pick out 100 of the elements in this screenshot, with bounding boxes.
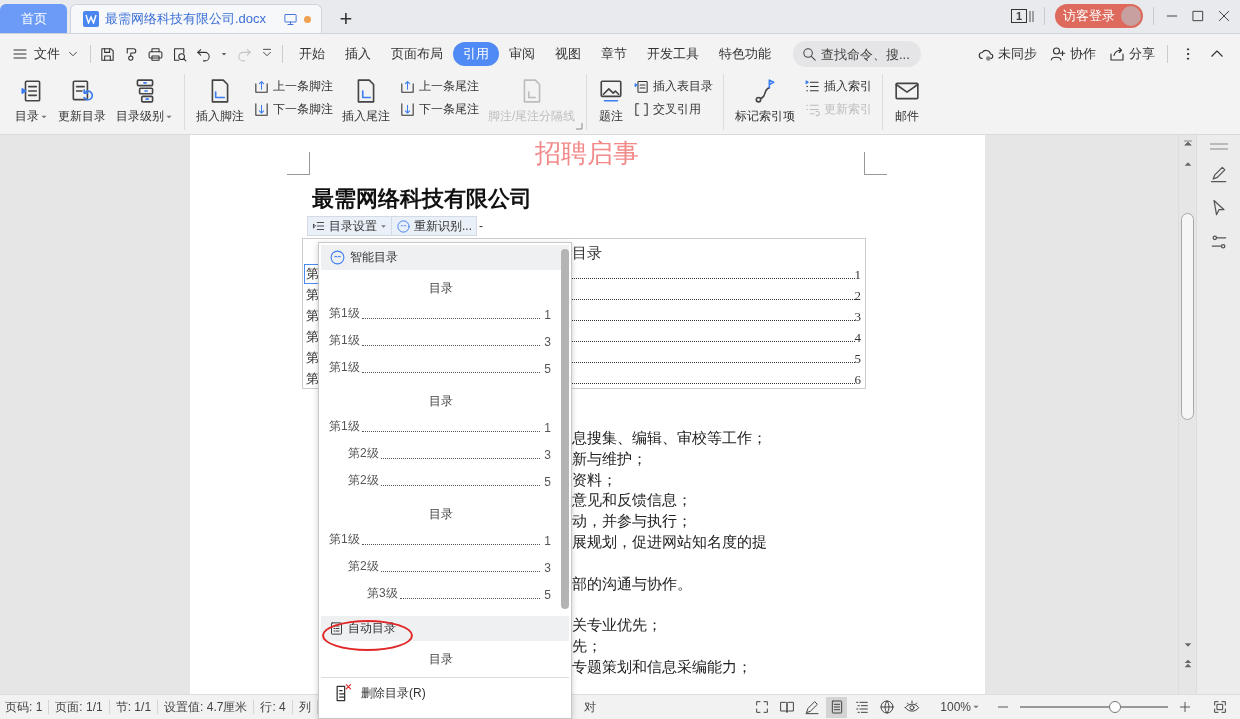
- toc-page-number: 5: [854, 350, 861, 368]
- arrow-down-box-icon: [253, 101, 270, 118]
- toc-page-number: 2: [854, 287, 861, 305]
- ribbon-button[interactable]: 目录: [10, 76, 53, 127]
- zoom-slider-thumb[interactable]: [1108, 701, 1121, 713]
- toc-entry-label: 第: [305, 370, 320, 388]
- fit-page-icon[interactable]: [1212, 699, 1228, 715]
- toc-entry-label: 第: [305, 328, 320, 346]
- body-text-line: 部的沟通与协作。: [572, 573, 692, 594]
- toc-page-number: 1: [854, 266, 861, 284]
- status-item: 列: [292, 700, 318, 714]
- status-item: 设置值: 4.7厘米: [158, 700, 255, 714]
- toolbar-action[interactable]: 未同步: [977, 45, 1037, 63]
- ribbon-button[interactable]: 上一条尾注: [395, 78, 483, 95]
- print-preview-icon[interactable]: [171, 45, 188, 63]
- ribbon-tab[interactable]: 视图: [545, 42, 591, 66]
- file-menu[interactable]: 文件: [8, 45, 84, 63]
- toc-entry-label: 第: [305, 286, 320, 304]
- toc-preview-entry: 第2级 5: [348, 472, 551, 489]
- toc-preview-entry: 第1级 1: [329, 305, 551, 322]
- body-text-line: 关专业优先；: [572, 615, 662, 636]
- page-header: 招聘启事: [535, 139, 639, 168]
- add-person-icon: [1049, 45, 1067, 63]
- grip-icon: [1209, 143, 1228, 150]
- smiley-icon: [329, 249, 346, 266]
- body-text-line: 意见和反馈信息；: [572, 490, 692, 511]
- picture-icon: [598, 78, 625, 104]
- previous-page-icon[interactable]: [1182, 658, 1193, 668]
- brackets-icon: [633, 101, 651, 118]
- toc-page-number: 3: [854, 308, 861, 326]
- menu-item[interactable]: 删除目录(R): [321, 678, 569, 708]
- ribbon-tab[interactable]: 页面布局: [381, 42, 453, 66]
- ribbon-button[interactable]: 插入尾注: [337, 76, 395, 127]
- ribbon-button[interactable]: 插入脚注: [191, 76, 249, 127]
- ribbon-button[interactable]: 交叉引用: [629, 101, 718, 118]
- page-icon[interactable]: [826, 696, 848, 718]
- ribbon-button[interactable]: 下一条尾注: [395, 101, 483, 118]
- ribbon-tab[interactable]: 章节: [591, 42, 637, 66]
- document-tab-title: 最需网络科技有限公司.docx: [105, 10, 268, 28]
- toc-preview-entry: 第1级 5: [329, 359, 551, 376]
- status-item: 页码: 1: [0, 700, 50, 714]
- toolbar-action[interactable]: 协作: [1049, 45, 1096, 63]
- arrow-up-box-icon: [399, 78, 416, 95]
- ribbon-button[interactable]: 题注: [593, 76, 630, 127]
- smiley-icon: [396, 218, 411, 234]
- ribbon-tab[interactable]: 开发工具: [637, 42, 709, 66]
- new-tab-button[interactable]: +: [328, 4, 364, 33]
- ribbon-button[interactable]: 目录级别: [111, 76, 178, 127]
- toc-preview-title: 目录: [429, 651, 453, 668]
- ribbon-tab[interactable]: 插入: [335, 42, 381, 66]
- word-document-icon: [83, 11, 99, 27]
- body-text-line: 先；: [572, 635, 602, 656]
- toc-preview-entry: 第1级 1: [329, 531, 551, 548]
- menu-section-header[interactable]: 自动目录: [321, 616, 569, 641]
- ribbon-tab[interactable]: 开始: [289, 42, 335, 66]
- maximize-icon[interactable]: [1190, 8, 1206, 24]
- ribbon-button[interactable]: 标记索引项: [730, 76, 801, 127]
- toc-preview-title: 目录: [429, 506, 453, 523]
- recognize-button[interactable]: 重新识别...: [392, 217, 476, 235]
- menu-scrollbar[interactable]: [561, 249, 569, 609]
- list-document-icon: [633, 78, 651, 95]
- search-icon: [801, 45, 818, 63]
- toc-preview-entry: 第3级 5: [367, 585, 551, 602]
- caret-icon: [972, 703, 980, 711]
- toc-preview-entry: 第1级 3: [329, 332, 551, 349]
- toc-preview-entry: 第2级 3: [348, 558, 551, 575]
- toc-entry-label: 第: [305, 307, 320, 325]
- search-field[interactable]: 查找命令、搜...: [793, 41, 921, 67]
- toolbar-action[interactable]: 分享: [1108, 45, 1155, 63]
- pen-icon[interactable]: [1208, 164, 1229, 184]
- caret-icon: [380, 222, 387, 230]
- scroll-thumb[interactable]: [1181, 213, 1194, 420]
- close-icon[interactable]: [1216, 8, 1232, 24]
- ribbon-button[interactable]: 插入索引: [800, 78, 877, 95]
- ribbon-button[interactable]: 邮件: [889, 76, 926, 127]
- ribbon-tab[interactable]: 特色功能: [709, 42, 781, 66]
- share-icon: [1108, 45, 1126, 63]
- body-text-line: 新与维护；: [572, 448, 647, 469]
- menu-icon: [12, 46, 28, 62]
- print-icon[interactable]: [147, 45, 164, 63]
- dash-text: -: [479, 219, 483, 233]
- toc-settings-button[interactable]: 目录设置: [308, 217, 392, 235]
- toc-preview-title: 目录: [429, 393, 453, 410]
- menu-section-header[interactable]: 智能目录: [321, 245, 569, 270]
- body-text-line: 息搜集、编辑、审校等工作；: [572, 428, 767, 448]
- status-item: 页面: 1/1: [49, 700, 110, 714]
- zoom-level-dropdown[interactable]: 100%: [940, 700, 980, 714]
- ribbon-button[interactable]: 插入表目录: [629, 78, 718, 95]
- ribbon-button[interactable]: 上一条脚注: [249, 78, 337, 95]
- save-icon[interactable]: [99, 45, 116, 63]
- ribbon-button[interactable]: 下一条脚注: [249, 101, 337, 118]
- document-tab[interactable]: 最需网络科技有限公司.docx: [70, 4, 322, 33]
- toc-title: 目录: [572, 243, 602, 263]
- vertical-scrollbar[interactable]: [1178, 135, 1196, 694]
- ribbon-button[interactable]: 更新目录: [53, 76, 111, 127]
- list-document-icon: [329, 621, 344, 636]
- status-item: 节: 1/1: [109, 700, 159, 714]
- status-item: 对: [582, 700, 597, 714]
- corner-mark: [864, 152, 887, 175]
- ribbon-tab[interactable]: 审阅: [499, 42, 545, 66]
